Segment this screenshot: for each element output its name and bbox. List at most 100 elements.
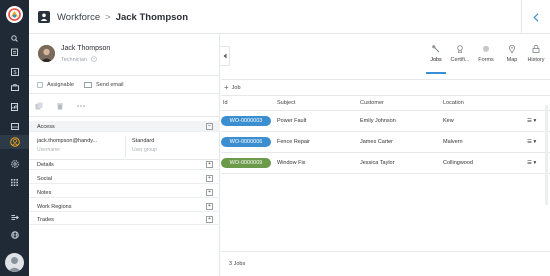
column-header-customer[interactable]: Customer: [360, 97, 443, 111]
job-location-link[interactable]: Malvern: [443, 131, 527, 153]
checkbox-icon: [37, 82, 43, 88]
profile-role: Technician ?: [61, 56, 97, 63]
tab-certificates[interactable]: Certifi...: [448, 45, 472, 63]
add-job-button[interactable]: + Job: [224, 83, 241, 92]
user-group-value: Standard: [132, 138, 155, 144]
job-location-link[interactable]: Kew: [443, 110, 527, 132]
job-id-badge[interactable]: WO-0000003: [221, 115, 271, 126]
collapse-access-button[interactable]: −: [206, 123, 213, 130]
table-row[interactable]: WO-0000009 Window Fix Jessica Taylor Col…: [221, 152, 550, 174]
user-group-label: User group: [132, 147, 157, 153]
section-label: Notes: [37, 190, 52, 196]
section-trades[interactable]: Trades +: [29, 214, 220, 225]
logout-icon[interactable]: [0, 210, 29, 224]
column-header-subject[interactable]: Subject: [277, 97, 360, 111]
section-label: Work Regions: [37, 204, 72, 210]
tab-label: Map: [506, 57, 518, 63]
column-header-label: Id: [223, 100, 228, 107]
column-header-label: Location: [443, 100, 464, 107]
apps-grid-icon[interactable]: [0, 175, 29, 189]
profile-role-label: Technician: [61, 57, 87, 63]
assignable-label: Assignable: [47, 82, 74, 88]
report-icon[interactable]: [0, 100, 29, 114]
expand-notes-button[interactable]: +: [206, 189, 213, 196]
delete-icon[interactable]: [56, 102, 64, 110]
add-job-label: Job: [231, 85, 241, 91]
page-title: Jack Thompson: [115, 12, 189, 23]
history-icon: [532, 45, 540, 53]
expand-work-regions-button[interactable]: +: [206, 203, 213, 210]
tab-label: Forms: [478, 57, 494, 63]
inbox-icon[interactable]: [0, 119, 29, 133]
job-id-badge[interactable]: WO-0000006: [221, 136, 271, 147]
section-details[interactable]: Details +: [29, 159, 220, 170]
job-subject: Fence Repair: [277, 131, 360, 153]
expand-social-button[interactable]: +: [206, 175, 213, 182]
tab-label: Jobs: [430, 57, 442, 63]
breadcrumb-separator: >: [105, 12, 111, 23]
send-email-toggle[interactable]: Send email: [84, 82, 124, 88]
user-avatar[interactable]: [5, 253, 24, 272]
workforce-app-icon: [38, 11, 50, 23]
job-customer: James Carter: [360, 131, 443, 153]
tab-forms[interactable]: Forms: [474, 45, 498, 63]
tab-label: Certifi...: [450, 57, 470, 63]
job-location-link[interactable]: Collingwood: [443, 152, 527, 174]
divider: [125, 136, 126, 158]
assignable-checkbox[interactable]: Assignable: [37, 82, 74, 88]
collapse-panel-button[interactable]: [521, 0, 550, 34]
section-label: Trades: [37, 217, 54, 223]
tab-history[interactable]: History: [524, 45, 548, 63]
table-footer: 3 Jobs: [221, 251, 550, 276]
certificate-icon: [457, 45, 463, 53]
search-icon[interactable]: [0, 31, 29, 45]
column-header-location[interactable]: Location: [443, 97, 527, 111]
action-bar: [29, 95, 220, 117]
people-icon[interactable]: [0, 135, 29, 149]
clipboard-icon[interactable]: [0, 45, 29, 59]
forms-icon: [483, 45, 489, 53]
job-subject: Window Fix: [277, 152, 360, 174]
top-bar: Workforce > Jack Thompson: [29, 0, 550, 34]
table-row[interactable]: WO-0000003 Power Fault Emily Johnson Kew…: [221, 110, 550, 132]
envelope-icon: [84, 82, 92, 88]
section-notes[interactable]: Notes +: [29, 187, 220, 198]
profile-name: Jack Thompson: [61, 45, 111, 52]
profile-photo: [38, 45, 55, 62]
jobs-toolbar: + Job: [221, 79, 550, 96]
app-logo[interactable]: [6, 6, 23, 23]
briefcase-icon[interactable]: [0, 80, 29, 94]
tab-jobs[interactable]: Jobs: [424, 45, 448, 74]
details-panel: Jack Thompson Technician ? Assignable Se…: [29, 34, 220, 276]
section-work-regions[interactable]: Work Regions +: [29, 201, 220, 212]
breadcrumb-workforce[interactable]: Workforce: [57, 12, 100, 23]
column-header-id[interactable]: Id: [221, 97, 277, 111]
job-customer: Emily Johnson: [360, 110, 443, 132]
help-icon[interactable]: ?: [90, 56, 97, 62]
expand-details-button[interactable]: +: [206, 161, 213, 168]
vertical-scrollbar[interactable]: [545, 105, 548, 205]
section-label: Social: [37, 176, 52, 182]
job-subject: Power Fault: [277, 110, 360, 132]
globe-icon[interactable]: [0, 228, 29, 242]
settings-icon[interactable]: [0, 157, 29, 171]
chevron-left-icon: [533, 12, 539, 22]
svg-text:$: $: [13, 70, 16, 76]
job-customer: Jessica Taylor: [360, 152, 443, 174]
more-icon[interactable]: [76, 102, 86, 110]
plus-icon: +: [224, 83, 229, 92]
profile-header: Jack Thompson Technician ?: [29, 34, 220, 76]
table-header-row: Id Subject Customer Location: [221, 97, 550, 111]
record-tabs: Jobs Certifi... Forms Map History: [221, 34, 550, 78]
tab-map[interactable]: Map: [500, 45, 524, 63]
section-social[interactable]: Social +: [29, 173, 220, 184]
send-email-label: Send email: [96, 82, 124, 88]
copy-icon[interactable]: [35, 102, 43, 110]
user-flags: Assignable Send email: [29, 76, 220, 94]
table-row[interactable]: WO-0000006 Fence Repair James Carter Mal…: [221, 131, 550, 153]
dollar-icon[interactable]: $: [0, 65, 29, 79]
expand-trades-button[interactable]: +: [206, 216, 213, 223]
section-access[interactable]: Access −: [29, 121, 220, 132]
logo-icon: [8, 8, 21, 21]
job-id-badge[interactable]: WO-0000009: [221, 157, 271, 168]
